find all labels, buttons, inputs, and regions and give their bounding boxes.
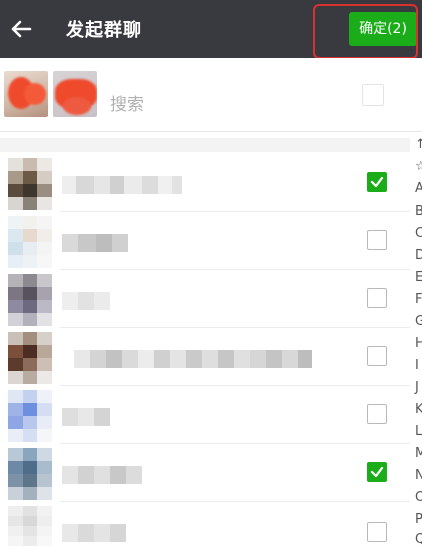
contact-checkbox[interactable] bbox=[367, 346, 387, 366]
avatar bbox=[8, 332, 52, 384]
arrow-left-icon bbox=[11, 20, 32, 38]
index-letter[interactable]: D bbox=[415, 249, 422, 262]
avatar bbox=[8, 390, 52, 442]
check-icon bbox=[370, 466, 384, 478]
contact-row[interactable] bbox=[0, 212, 410, 270]
selected-member-avatar[interactable] bbox=[53, 71, 97, 117]
index-letter[interactable]: N bbox=[415, 469, 422, 482]
search-input[interactable]: 搜索 bbox=[110, 90, 144, 115]
contact-name bbox=[62, 524, 126, 542]
index-letter[interactable]: Q bbox=[415, 533, 422, 546]
index-letter[interactable]: O bbox=[415, 491, 422, 504]
contact-checkbox[interactable] bbox=[367, 288, 387, 308]
index-letter[interactable]: P bbox=[415, 513, 422, 526]
contact-checkbox[interactable] bbox=[367, 172, 387, 192]
contact-checkbox[interactable] bbox=[367, 230, 387, 250]
avatar bbox=[8, 506, 52, 546]
index-letter[interactable]: A bbox=[415, 182, 422, 195]
index-letter[interactable]: C bbox=[415, 227, 422, 240]
contact-checkbox[interactable] bbox=[367, 404, 387, 424]
index-letter[interactable]: I bbox=[415, 359, 419, 372]
avatar bbox=[8, 448, 52, 500]
contact-name bbox=[74, 350, 312, 368]
index-letter[interactable]: B bbox=[415, 205, 422, 218]
contact-row[interactable] bbox=[0, 502, 410, 546]
contact-name bbox=[62, 234, 128, 252]
contact-row[interactable] bbox=[0, 328, 410, 386]
index-letter[interactable]: E bbox=[415, 271, 422, 284]
section-header bbox=[0, 138, 410, 152]
avatar bbox=[8, 274, 52, 326]
page-title: 发起群聊 bbox=[66, 20, 142, 41]
index-letter[interactable]: H bbox=[415, 337, 422, 350]
contact-name bbox=[62, 408, 110, 426]
avatar bbox=[8, 158, 52, 210]
contact-name bbox=[62, 292, 110, 310]
index-letter[interactable]: G bbox=[415, 315, 422, 328]
index-letter[interactable]: F bbox=[415, 293, 422, 306]
contact-row[interactable] bbox=[0, 444, 410, 502]
contact-row[interactable] bbox=[0, 386, 410, 444]
check-icon bbox=[370, 176, 384, 188]
index-letter[interactable]: J bbox=[415, 381, 419, 394]
contact-checkbox[interactable] bbox=[367, 522, 387, 542]
avatar bbox=[8, 216, 52, 268]
index-letter[interactable]: M bbox=[415, 447, 422, 460]
selected-and-search-row bbox=[0, 58, 422, 132]
alphabet-index[interactable]: ↑ ☆ A B C D E F G H I J K L M N O P Q bbox=[410, 138, 422, 546]
index-letter[interactable]: K bbox=[415, 403, 422, 416]
contact-list bbox=[0, 132, 410, 546]
highlight-frame bbox=[313, 4, 418, 59]
contact-checkbox[interactable] bbox=[367, 462, 387, 482]
contact-name bbox=[62, 176, 182, 194]
contact-row[interactable] bbox=[0, 154, 410, 212]
index-letter[interactable]: ☆ bbox=[415, 160, 422, 173]
search-checkbox[interactable] bbox=[362, 84, 384, 106]
selected-member-avatar[interactable] bbox=[4, 71, 48, 117]
contact-row[interactable] bbox=[0, 270, 410, 328]
back-button[interactable] bbox=[6, 14, 36, 44]
contact-name bbox=[62, 466, 142, 484]
index-letter[interactable]: ↑ bbox=[415, 138, 422, 151]
index-letter[interactable]: L bbox=[415, 425, 422, 438]
